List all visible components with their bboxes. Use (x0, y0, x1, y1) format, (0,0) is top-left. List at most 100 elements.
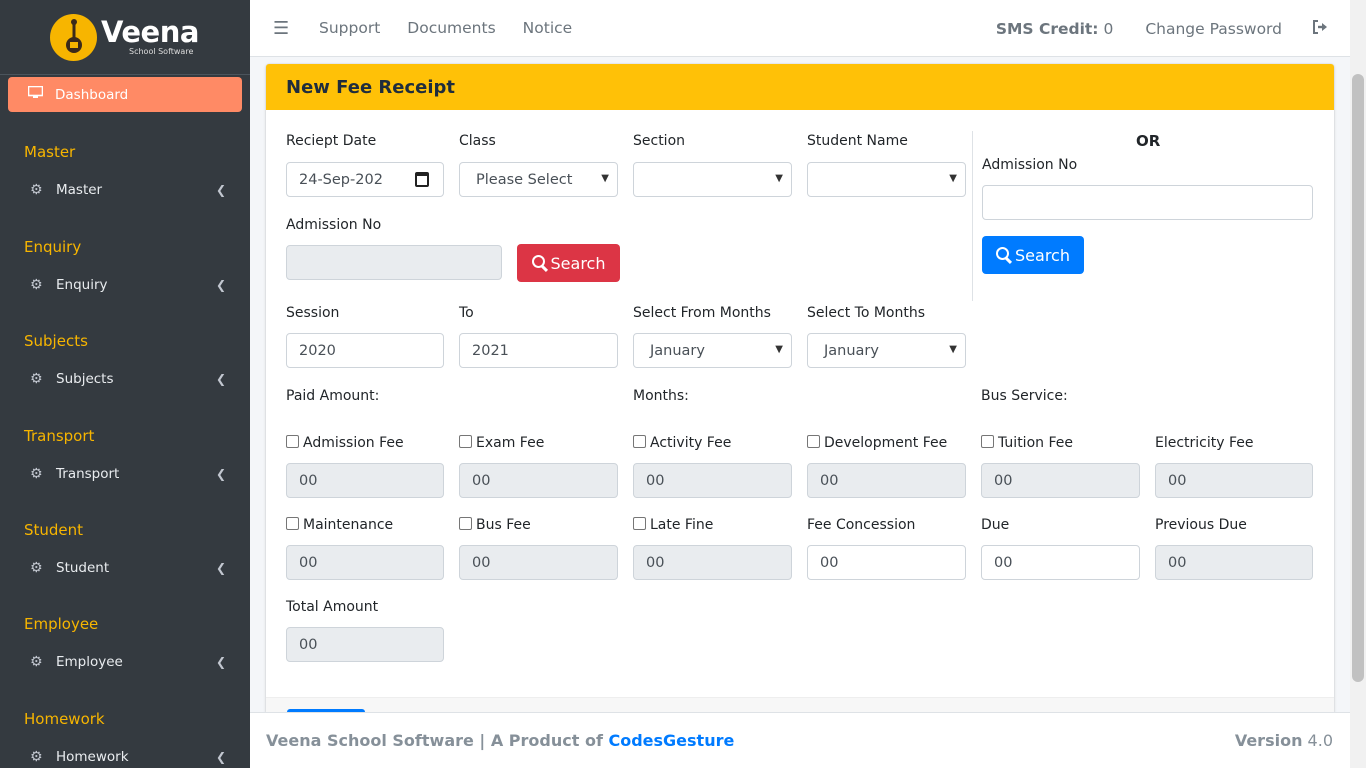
sidebar-item-dashboard[interactable]: Dashboard (8, 77, 242, 112)
fee-label-text: Admission Fee (303, 435, 404, 451)
bus-fee-checkbox[interactable] (459, 517, 472, 530)
brand-tagline: School Software (129, 47, 194, 56)
calendar-icon[interactable] (415, 172, 429, 187)
activity-fee-label[interactable]: Activity Fee (633, 435, 731, 451)
session-input[interactable]: 2020 (286, 333, 444, 368)
late-fine-checkbox[interactable] (633, 517, 646, 530)
from-months-select[interactable]: January ▼ (633, 333, 792, 368)
sidebar-item-employee[interactable]: ⚙ Employee ❮ (0, 651, 250, 673)
session-value: 2020 (299, 342, 336, 359)
admission-no-readonly-input[interactable] (286, 245, 502, 280)
session-label: Session (286, 305, 340, 321)
fee-label-text: Bus Fee (476, 517, 531, 533)
exam-fee-checkbox[interactable] (459, 435, 472, 448)
nav-link-documents[interactable]: Documents (407, 19, 495, 37)
from-months-value: January (650, 342, 705, 359)
fee-value: 00 (1168, 554, 1187, 571)
hamburger-menu-icon[interactable]: ☰ (273, 18, 293, 39)
footer-credit: Veena School Software | A Product of Cod… (266, 731, 734, 750)
search-button-blue[interactable]: Search (982, 236, 1084, 274)
to-months-select[interactable]: January ▼ (807, 333, 966, 368)
maintenance-checkbox[interactable] (286, 517, 299, 530)
class-select[interactable]: Please Select ▼ (459, 162, 618, 197)
nav-header-student: Student (24, 521, 84, 539)
search-icon (531, 254, 545, 268)
maintenance-label[interactable]: Maintenance (286, 517, 393, 533)
to-value: 2021 (472, 342, 509, 359)
admission-fee-checkbox[interactable] (286, 435, 299, 448)
brand-logo[interactable]: Veena School Software (0, 0, 250, 75)
sidebar-item-master[interactable]: ⚙ Master ❮ (0, 179, 250, 201)
receipt-date-input[interactable]: 24-Sep-202 (286, 162, 444, 197)
chevron-left-icon: ❮ (215, 372, 226, 386)
bus-fee-label[interactable]: Bus Fee (459, 517, 531, 533)
gear-icon: ⚙ (30, 277, 43, 293)
chevron-left-icon: ❮ (215, 278, 226, 292)
fee-value: 00 (646, 554, 665, 571)
nav-link-notice[interactable]: Notice (523, 19, 573, 37)
tuition-fee-checkbox[interactable] (981, 435, 994, 448)
page-footer: Veena School Software | A Product of Cod… (250, 712, 1350, 768)
nav-section-subjects: Subjects ⚙ Subjects ❮ (0, 332, 250, 390)
fee-label-text: Late Fine (650, 517, 714, 533)
section-select[interactable]: ▼ (633, 162, 792, 197)
fee-concession-input[interactable]: 00 (807, 545, 966, 580)
activity-fee-input[interactable]: 00 (633, 463, 792, 498)
maintenance-input[interactable]: 00 (286, 545, 444, 580)
sidebar-item-label: Student (56, 560, 110, 576)
nav-section-homework: Homework ⚙ Homework ❮ (0, 710, 250, 768)
sidebar-item-transport[interactable]: ⚙ Transport ❮ (0, 463, 250, 485)
sidebar-item-subjects[interactable]: ⚙ Subjects ❮ (0, 368, 250, 390)
fee-value: 00 (820, 554, 839, 571)
bus-fee-input[interactable]: 00 (459, 545, 618, 580)
sidebar-item-student[interactable]: ⚙ Student ❮ (0, 557, 250, 579)
sidebar-item-homework[interactable]: ⚙ Homework ❮ (0, 746, 250, 768)
development-fee-input[interactable]: 00 (807, 463, 966, 498)
change-password-link[interactable]: Change Password (1145, 20, 1282, 38)
admission-fee-input[interactable]: 00 (286, 463, 444, 498)
nav-section-enquiry: Enquiry ⚙ Enquiry ❮ (0, 238, 250, 296)
activity-fee-checkbox[interactable] (633, 435, 646, 448)
chevron-down-icon: ▼ (949, 344, 957, 355)
chevron-down-icon: ▼ (949, 173, 957, 184)
admission-fee-label[interactable]: Admission Fee (286, 435, 404, 451)
fee-label-text: Exam Fee (476, 435, 545, 451)
exam-fee-input[interactable]: 00 (459, 463, 618, 498)
sidebar-item-label: Subjects (56, 371, 114, 387)
sms-credit-label: SMS Credit: (995, 19, 1099, 38)
scrollbar-thumb[interactable] (1352, 74, 1364, 682)
search-button-red[interactable]: Search (517, 244, 620, 282)
top-navbar: ☰ Support Documents Notice SMS Credit: 0… (250, 0, 1350, 57)
development-fee-label[interactable]: Development Fee (807, 435, 947, 451)
admission-no-input[interactable] (982, 185, 1313, 220)
due-input[interactable]: 00 (981, 545, 1140, 580)
late-fine-label[interactable]: Late Fine (633, 517, 713, 533)
total-amount-input[interactable]: 00 (286, 627, 444, 662)
tuition-fee-input[interactable]: 00 (981, 463, 1140, 498)
chevron-left-icon: ❮ (215, 750, 226, 764)
development-fee-checkbox[interactable] (807, 435, 820, 448)
fee-label-text: Development Fee (824, 435, 948, 451)
late-fine-input[interactable]: 00 (633, 545, 792, 580)
footer-company-link[interactable]: CodesGesture (608, 731, 734, 750)
nav-section-master: Master ⚙ Master ❮ (0, 143, 250, 201)
fee-value: 00 (299, 554, 318, 571)
fee-label-text: Tuition Fee (998, 435, 1073, 451)
page-scrollbar[interactable] (1350, 0, 1366, 768)
nav-link-support[interactable]: Support (319, 19, 380, 37)
previous-due-input[interactable]: 00 (1155, 545, 1313, 580)
electricity-fee-input[interactable]: 00 (1155, 463, 1313, 498)
student-name-select[interactable]: ▼ (807, 162, 966, 197)
to-input[interactable]: 2021 (459, 333, 618, 368)
fee-concession-label: Fee Concession (807, 517, 916, 533)
receipt-date-label: Reciept Date (286, 133, 377, 149)
sidebar-item-enquiry[interactable]: ⚙ Enquiry ❮ (0, 274, 250, 296)
chevron-left-icon: ❮ (215, 467, 226, 481)
from-months-label: Select From Months (633, 305, 771, 321)
tuition-fee-label[interactable]: Tuition Fee (981, 435, 1073, 451)
logout-icon[interactable] (1312, 19, 1328, 38)
receipt-date-value: 24-Sep-202 (299, 171, 383, 188)
exam-fee-label[interactable]: Exam Fee (459, 435, 544, 451)
brand-name: Veena (101, 15, 199, 49)
class-select-value: Please Select (476, 171, 573, 188)
